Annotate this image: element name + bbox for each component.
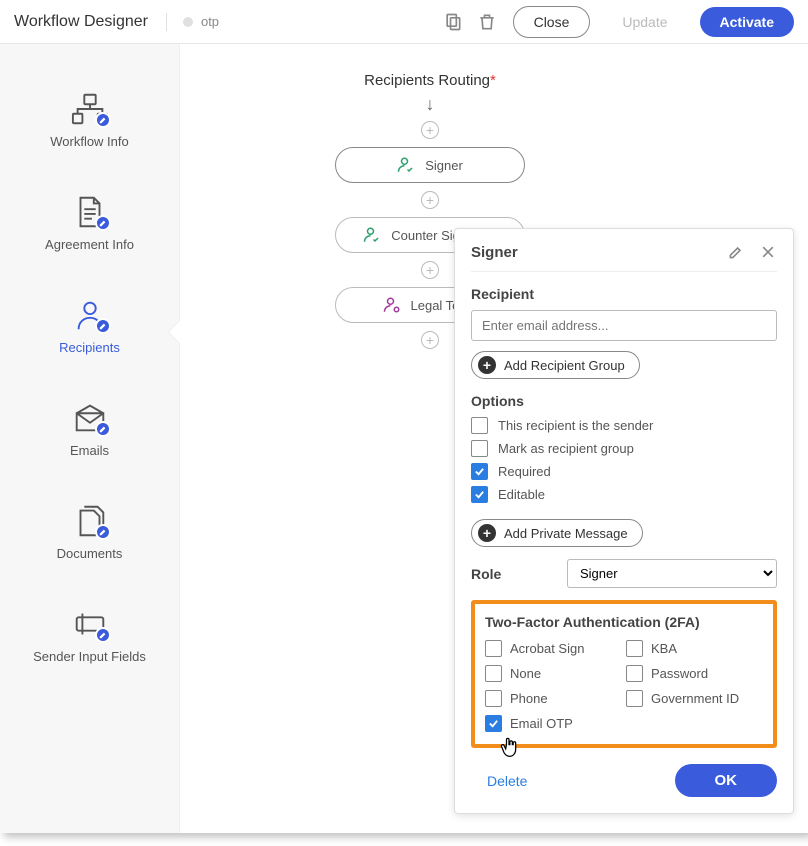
routing-title: Recipients Routing* [240, 72, 620, 89]
tfa-section: Two-Factor Authentication (2FA) Acrobat … [471, 600, 777, 748]
edit-badge-icon [95, 627, 111, 643]
checkbox-tfa-govid[interactable] [626, 690, 643, 707]
add-node-button[interactable]: + [421, 121, 439, 139]
cursor-hand-icon [499, 736, 519, 760]
edit-badge-icon [95, 524, 111, 540]
sidebar-item-label: Agreement Info [45, 237, 134, 252]
role-select[interactable]: Signer [567, 559, 777, 588]
email-field[interactable] [471, 310, 777, 341]
plus-icon: + [478, 356, 496, 374]
recipient-node-signer[interactable]: Signer [335, 147, 525, 183]
sidebar-item-documents[interactable]: Documents [0, 486, 179, 589]
checkbox-tfa-emailotp[interactable] [485, 715, 502, 732]
edit-badge-icon [95, 112, 111, 128]
checkbox-tfa-none[interactable] [485, 665, 502, 682]
sidebar-item-label: Emails [70, 443, 109, 458]
ok-button[interactable]: OK [675, 764, 778, 797]
edit-badge-icon [95, 215, 111, 231]
options-section-label: Options [471, 393, 777, 409]
tfa-label: Government ID [651, 691, 739, 706]
add-node-button[interactable]: + [421, 331, 439, 349]
checkbox-group[interactable] [471, 440, 488, 457]
checkbox-required[interactable] [471, 463, 488, 480]
option-label: Mark as recipient group [498, 441, 634, 456]
sidebar: Workflow Info Agreement Info Recipients [0, 44, 180, 833]
sidebar-item-label: Recipients [59, 340, 120, 355]
close-icon[interactable] [759, 243, 777, 261]
panel-title: Signer [471, 244, 518, 261]
sidebar-item-label: Documents [57, 546, 123, 561]
node-label: Signer [425, 158, 463, 173]
checkbox-sender[interactable] [471, 417, 488, 434]
canvas: Recipients Routing* ↓ + Signer + Counter… [180, 44, 808, 833]
sidebar-item-emails[interactable]: Emails [0, 383, 179, 486]
delete-link[interactable]: Delete [471, 773, 527, 789]
tfa-label: Email OTP [510, 716, 573, 731]
app-title: Workflow Designer [14, 13, 167, 31]
checkbox-tfa-password[interactable] [626, 665, 643, 682]
recipient-panel: Signer Recipient + Add Recipient Group [454, 228, 794, 814]
checkbox-tfa-phone[interactable] [485, 690, 502, 707]
breadcrumb-dot-icon [183, 17, 193, 27]
arrow-down-icon: ↓ [426, 95, 435, 113]
checkbox-tfa-kba[interactable] [626, 640, 643, 657]
tfa-label: Password [651, 666, 708, 681]
recipient-section-label: Recipient [471, 286, 777, 302]
edit-badge-icon [95, 421, 111, 437]
sidebar-item-agreement-info[interactable]: Agreement Info [0, 177, 179, 280]
tfa-label: KBA [651, 641, 677, 656]
breadcrumb-label: otp [201, 14, 219, 29]
tfa-label: Acrobat Sign [510, 641, 584, 656]
activate-button[interactable]: Activate [700, 7, 794, 37]
add-node-button[interactable]: + [421, 191, 439, 209]
checkbox-tfa-acrobat[interactable] [485, 640, 502, 657]
option-label: Editable [498, 487, 545, 502]
sidebar-item-sender-input-fields[interactable]: Sender Input Fields [0, 589, 179, 692]
tfa-label: Phone [510, 691, 548, 706]
tfa-title: Two-Factor Authentication (2FA) [485, 614, 763, 630]
trash-icon[interactable] [477, 12, 497, 32]
add-private-message-button[interactable]: + Add Private Message [471, 519, 643, 547]
checkbox-editable[interactable] [471, 486, 488, 503]
edit-badge-icon [95, 318, 111, 334]
pencil-icon[interactable] [727, 243, 745, 261]
update-button: Update [602, 7, 687, 37]
breadcrumb: otp [183, 14, 443, 29]
sidebar-item-recipients[interactable]: Recipients [0, 280, 179, 383]
add-recipient-group-button[interactable]: + Add Recipient Group [471, 351, 640, 379]
sidebar-item-label: Sender Input Fields [33, 649, 146, 664]
add-node-button[interactable]: + [421, 261, 439, 279]
header: Workflow Designer otp Close Update Activ… [0, 0, 808, 44]
role-label: Role [471, 566, 501, 582]
option-label: This recipient is the sender [498, 418, 653, 433]
tfa-label: None [510, 666, 541, 681]
close-button[interactable]: Close [513, 6, 591, 38]
plus-icon: + [478, 524, 496, 542]
copy-icon[interactable] [443, 12, 463, 32]
sidebar-item-label: Workflow Info [50, 134, 129, 149]
option-label: Required [498, 464, 551, 479]
sidebar-item-workflow-info[interactable]: Workflow Info [0, 74, 179, 177]
